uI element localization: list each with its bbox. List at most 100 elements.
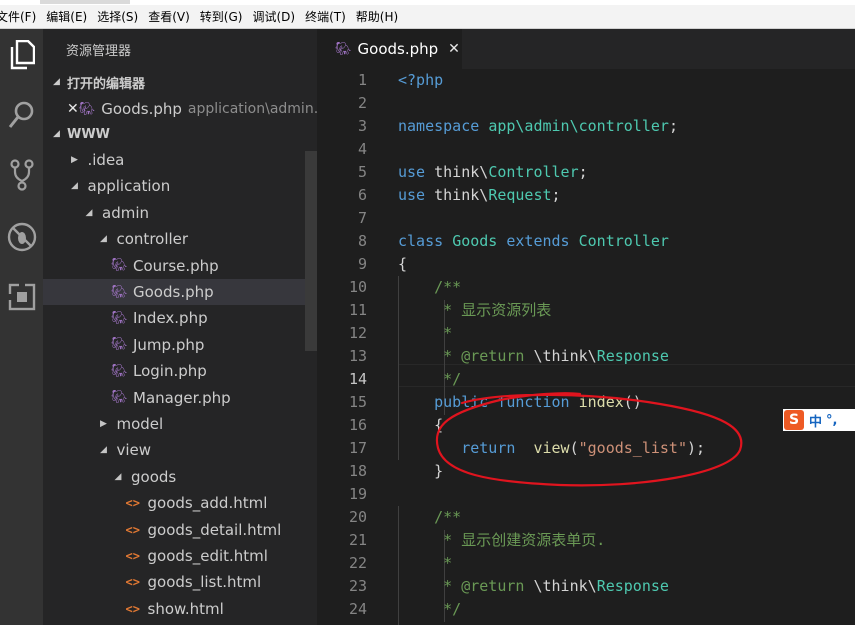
extensions-icon[interactable] xyxy=(0,277,43,317)
tree-folder[interactable]: ▶ .idea xyxy=(43,147,305,173)
ime-punctuation[interactable]: °, xyxy=(826,413,837,428)
menu-item[interactable]: 查看(V) xyxy=(143,9,195,26)
tree-folder[interactable]: ▶ model xyxy=(43,411,305,437)
line-number: 9 xyxy=(357,255,367,273)
line-number: 3 xyxy=(357,117,367,135)
close-icon[interactable]: ✕ xyxy=(67,101,79,117)
code-text: use think\Controller; xyxy=(398,161,588,184)
code-line: 9{ xyxy=(317,253,855,276)
tab-goods-php[interactable]: 🐘︎ Goods.php ✕ xyxy=(317,29,462,69)
tree-file[interactable]: <> goods_list.html xyxy=(43,569,305,595)
tree-folder[interactable]: ◢ admin xyxy=(43,200,305,226)
code-line: 24 */ xyxy=(317,598,855,621)
source-control-icon[interactable] xyxy=(0,155,43,195)
search-icon[interactable] xyxy=(0,95,43,135)
files-icon[interactable] xyxy=(0,35,43,75)
code-token: Request xyxy=(488,186,552,204)
code-editor[interactable]: 1 <?php 2 3 namespace app\admin\controller; 4… xyxy=(317,69,855,625)
code-text: * 显示创建资源表单页. xyxy=(398,529,605,552)
tree-file[interactable]: 🐘︎ Index.php xyxy=(43,305,305,331)
chevron-down-icon: ◢ xyxy=(53,129,60,139)
tree-file[interactable]: <> show.html xyxy=(43,596,305,622)
php-file-icon: 🐘︎ xyxy=(335,41,352,57)
code-line: 2 xyxy=(317,92,855,115)
tree-file[interactable]: 🐘︎ Course.php xyxy=(43,253,305,279)
code-token: ; xyxy=(668,117,678,135)
line-number: 11 xyxy=(348,301,367,319)
code-token: Goods xyxy=(452,232,498,250)
code-line: 4 xyxy=(317,138,855,161)
html-file-icon: <> xyxy=(125,496,140,511)
menu-item[interactable]: 选择(S) xyxy=(92,9,143,26)
code-token: view xyxy=(533,439,570,457)
code-token: () xyxy=(623,393,642,411)
tree-file[interactable]: <> goods_add.html xyxy=(43,490,305,516)
menu-item[interactable]: 帮助(H) xyxy=(351,9,403,26)
tree-file[interactable]: 🐘︎ Jump.php xyxy=(43,332,305,358)
open-editors-header[interactable]: ◢ 打开的编辑器 xyxy=(43,70,317,94)
tree-file[interactable]: 🐘︎ Login.php xyxy=(43,358,305,384)
code-token: public xyxy=(434,393,489,411)
open-editor-item[interactable]: ✕ 🐘︎ Goods.php application\admin... xyxy=(43,97,317,121)
code-token: { xyxy=(398,416,444,434)
chevron-down-icon: ◢ xyxy=(100,234,107,245)
line-number: 22 xyxy=(348,554,367,572)
code-token: use xyxy=(398,186,426,204)
line-number: 20 xyxy=(348,508,367,526)
tree-item-label: Index.php xyxy=(133,309,208,328)
tree-folder[interactable]: ◢ view xyxy=(43,437,305,463)
code-line: 1 <?php xyxy=(317,69,855,92)
tree-folder[interactable]: ◢ controller xyxy=(43,226,305,252)
chevron-down-icon: ◢ xyxy=(85,207,93,218)
tree-file[interactable]: <> goods_detail.html xyxy=(43,517,305,543)
code-token: /** xyxy=(434,508,462,526)
tree-item-label: Manager.php xyxy=(133,388,231,407)
code-token: app\admin\controller xyxy=(488,117,669,135)
sidebar-scrollbar[interactable] xyxy=(305,151,317,351)
html-file-icon: <> xyxy=(125,601,140,616)
code-token: } xyxy=(398,462,444,480)
code-line: 7 xyxy=(317,207,855,230)
menu-item[interactable]: 调试(D) xyxy=(247,9,300,26)
line-number: 1 xyxy=(357,71,367,89)
code-line: 15 public function index() xyxy=(317,391,855,414)
line-number: 23 xyxy=(348,577,367,595)
tree-file[interactable]: 🐘︎ Manager.php xyxy=(43,385,305,411)
code-line: 11 * 显示资源列表 xyxy=(317,299,855,322)
code-text: { xyxy=(398,414,443,437)
line-number: 14 xyxy=(348,370,367,388)
line-number: 2 xyxy=(357,94,367,112)
tree-folder[interactable]: ◢ goods xyxy=(43,464,305,490)
tree-item-label: view xyxy=(116,441,152,460)
code-text: */ xyxy=(398,598,461,621)
code-token: /** xyxy=(434,278,462,296)
tree-file[interactable]: <> goods_edit.html xyxy=(43,543,305,569)
ime-mode[interactable]: 中 xyxy=(809,411,822,430)
code-token: * xyxy=(434,554,453,572)
tree-file[interactable]: 🐘︎ Goods.php xyxy=(43,279,305,305)
tree-item-label: goods_add.html xyxy=(147,494,268,513)
workspace-header[interactable]: ◢ WWW xyxy=(43,122,317,146)
close-icon[interactable]: ✕ xyxy=(448,41,460,57)
menu-item[interactable]: 终端(T) xyxy=(300,9,351,26)
menu-item[interactable]: 文件(F) xyxy=(0,9,41,26)
php-file-icon: 🐘︎ xyxy=(111,363,128,379)
ime-status-widget[interactable]: S 中 °, xyxy=(783,409,855,431)
open-editors-label: 打开的编辑器 xyxy=(67,76,146,92)
debug-icon[interactable] xyxy=(0,217,43,257)
menu-item[interactable]: 转到(G) xyxy=(195,9,248,26)
code-token: think\ xyxy=(425,163,489,181)
code-token: Controller xyxy=(488,163,579,181)
menu-item[interactable]: 编辑(E) xyxy=(41,9,92,26)
tree-folder[interactable]: ◢ application xyxy=(43,173,305,199)
code-text: * @return \think\Response xyxy=(398,345,669,368)
tab-label: Goods.php xyxy=(357,40,439,58)
code-token: { xyxy=(398,255,408,273)
code-line: 13 * @return \think\Response xyxy=(317,345,855,368)
